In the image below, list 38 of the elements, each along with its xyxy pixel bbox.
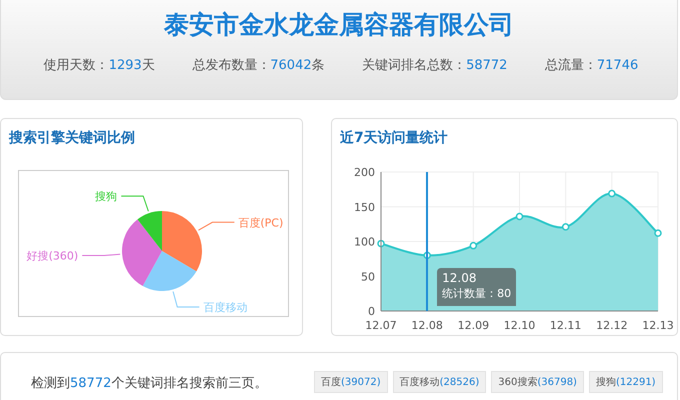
engine-tag: 百度(39072) [314,371,388,393]
card-title: 近7天访问量统计 [339,128,449,148]
slice-label: 百度(PC) [238,216,284,230]
engine-tag: 搜狗(12291) [588,371,663,393]
summary-text: 检测到58772个关键词排名搜索前三页。 [31,375,268,392]
x-tick-label: 12.13 [642,319,674,332]
leader-line [198,222,235,231]
tooltip: 12.08 统计数量：80 [437,268,516,306]
leader-line [120,196,149,212]
engine-tag: 百度移动(28526) [392,371,486,393]
point [516,212,524,220]
slice-label: 百度移动 [203,300,248,314]
slice-label: 搜狗 [95,190,118,204]
x-tick-label: 12.11 [550,319,582,332]
x-tick-label: 12.07 [365,319,397,332]
leader-line [172,291,200,308]
y-tick-label: 200 [354,166,375,179]
point [608,190,616,198]
y-tick-label: 150 [354,200,375,214]
leader-line [82,254,121,256]
point [562,223,570,231]
point [470,242,478,250]
stat-text: 使用天数：1293天 [44,57,155,74]
slice-label: 好搜(360) [26,250,78,263]
engine-tag: 360搜索(36798) [491,371,584,393]
stat-text: 总流量：71746 [544,57,638,74]
x-tick-label: 12.10 [504,319,536,332]
company-title: 泰安市金水龙金属容器有限公司 [162,9,515,41]
stat-text: 关键词排名总数：58772 [362,57,508,74]
x-tick-label: 12.08 [411,319,443,332]
stat-text: 总发布数量：76042条 [192,57,325,74]
y-tick-label: 0 [368,305,375,318]
point [654,229,662,237]
x-tick-label: 12.12 [596,319,628,332]
card-title: 搜索引擎关键词比例 [8,129,136,148]
y-tick-label: 100 [354,236,375,248]
y-tick-label: 50 [361,270,375,284]
x-tick-label: 12.09 [458,319,490,332]
